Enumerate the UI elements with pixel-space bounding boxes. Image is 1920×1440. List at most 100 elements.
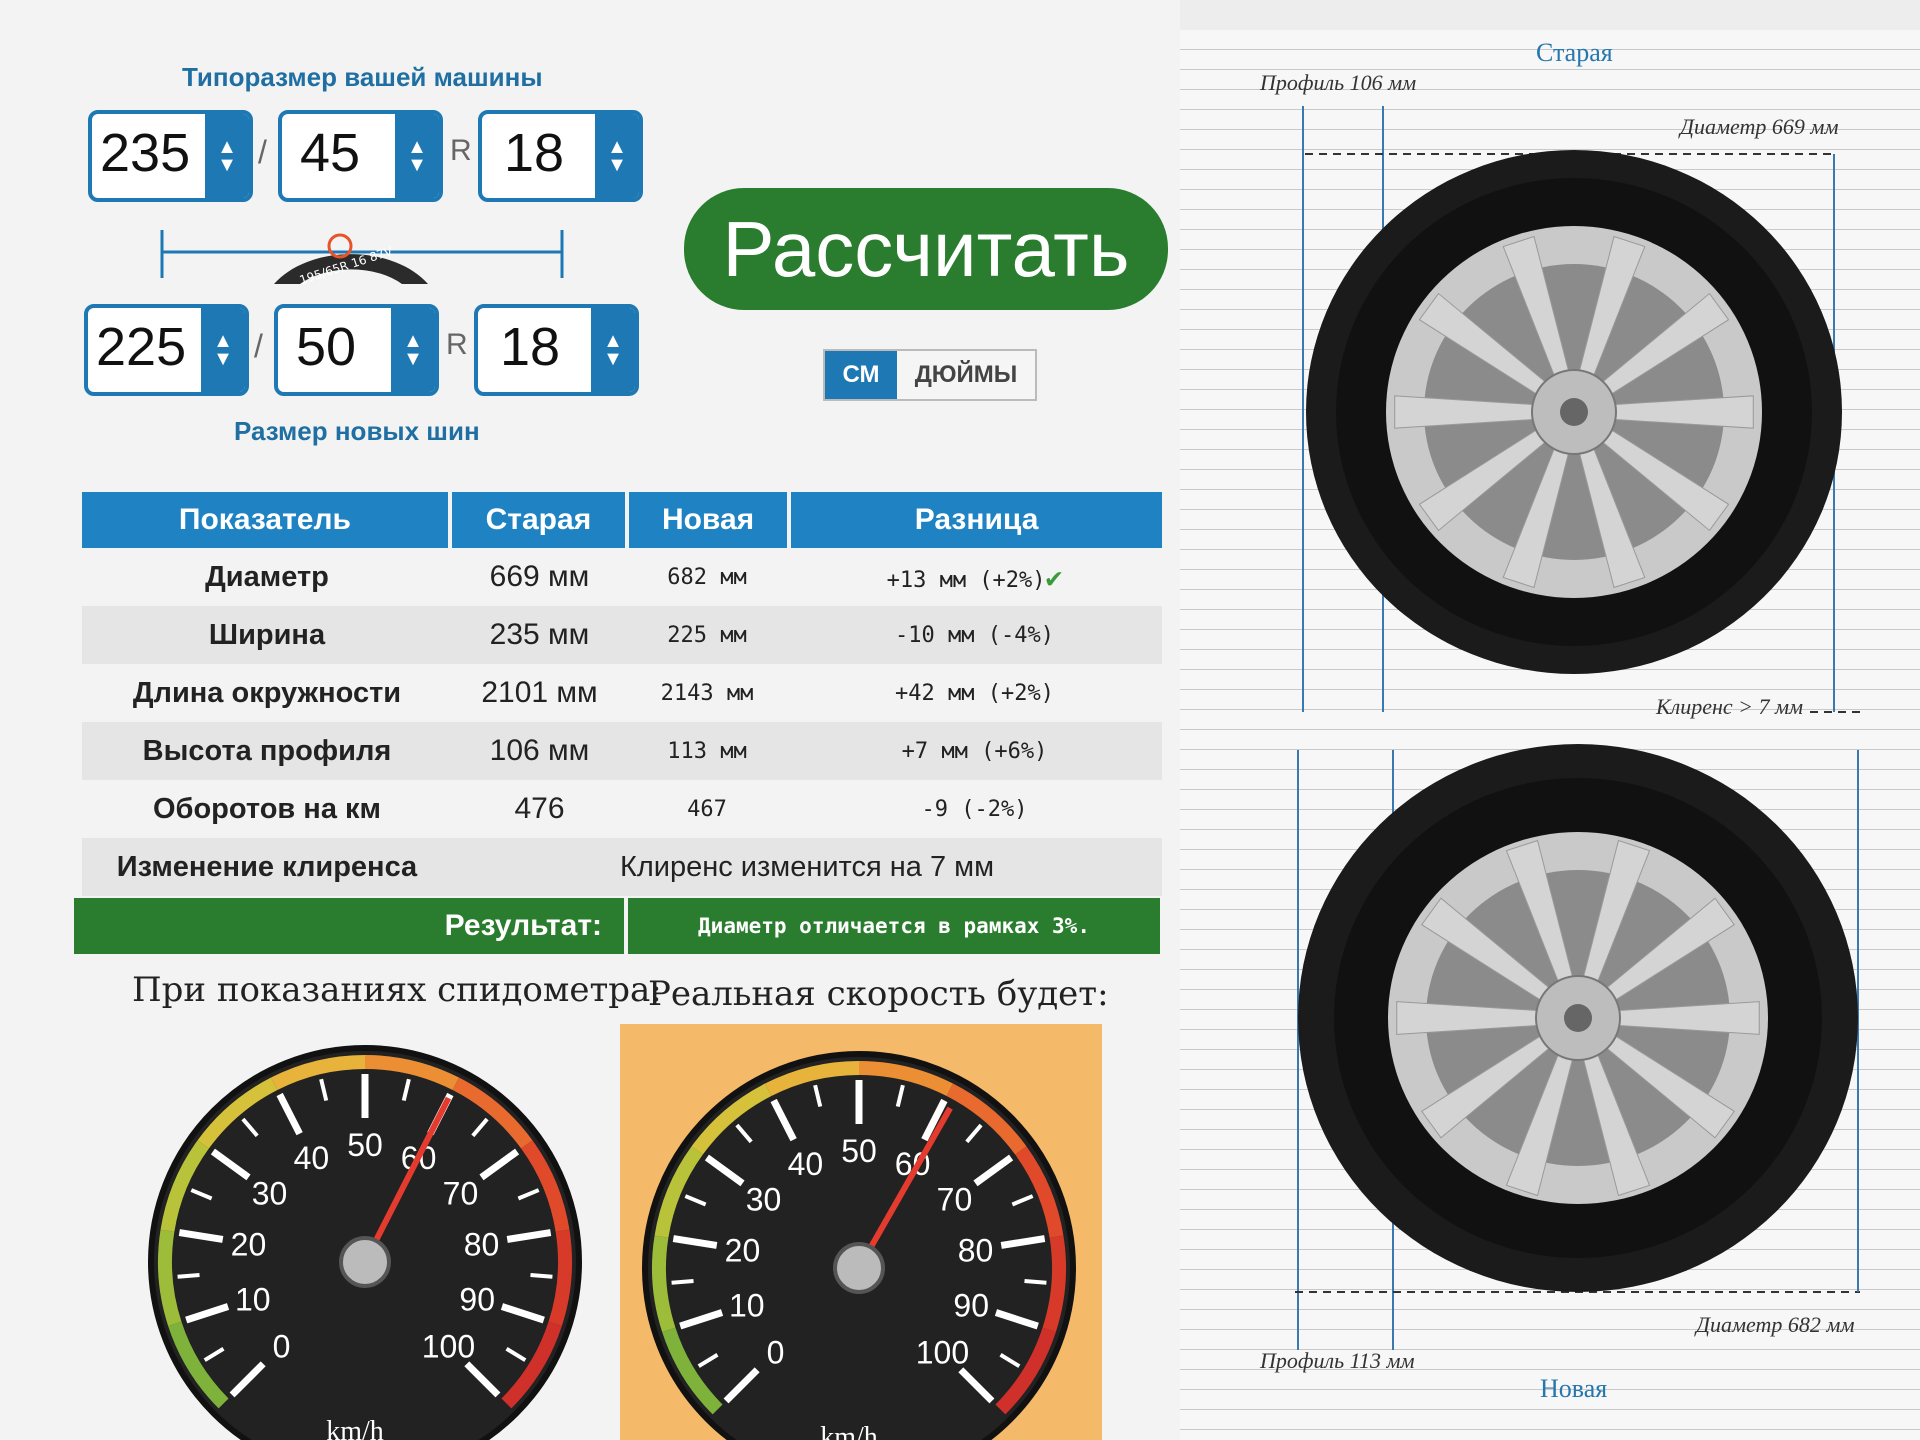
row-name: Оборотов на км <box>153 792 381 825</box>
header-old: Старая <box>451 492 629 548</box>
gauge-unit: km/h <box>326 1416 384 1440</box>
current-profile-spinner[interactable]: 45 ▲ ▼ <box>278 110 443 202</box>
result-text: Диаметр отличается в рамках 3%. <box>698 914 1090 938</box>
comparison-table-header: Показатель Старая Новая Разница <box>82 492 1162 548</box>
gauge-tick-label: 20 <box>231 1227 267 1263</box>
spinner-arrows-icon[interactable]: ▲ ▼ <box>205 114 249 198</box>
gauge-tick-label: 30 <box>746 1182 782 1218</box>
gauge-tick-label: 80 <box>464 1227 500 1263</box>
table-row: Ширина 235 мм 225 мм -10 мм (-4%) <box>82 606 1162 664</box>
row-diff: -10 мм (-4%) <box>895 622 1054 648</box>
new-rim-spinner[interactable]: 18 ▲ ▼ <box>474 304 639 396</box>
new-rim-value: 18 <box>500 317 561 377</box>
table-row: Длина окружности 2101 мм 2143 мм +42 мм … <box>82 664 1162 722</box>
unit-toggle[interactable]: СМ ДЮЙМЫ <box>823 349 1037 401</box>
row-new: 113 мм <box>667 738 747 764</box>
gauge-tick-label: 0 <box>273 1328 291 1364</box>
spinner-arrows-icon[interactable]: ▲ ▼ <box>595 114 639 198</box>
current-rim-value: 18 <box>504 123 565 183</box>
calculate-button[interactable]: Рассчитать <box>684 188 1168 310</box>
spinner-arrows-icon[interactable]: ▲ ▼ <box>391 308 435 392</box>
gauge-tick-label: 10 <box>235 1281 271 1317</box>
real-speed-caption: Реальная скорость будет: <box>648 974 1109 1014</box>
row-old: 669 мм <box>489 560 590 593</box>
gauge-tick-label: 30 <box>252 1176 288 1212</box>
row-name: Высота профиля <box>142 734 392 767</box>
speedometer-gauge: 0102030405060708090100km/h <box>148 1045 582 1440</box>
row-name: Ширина <box>208 618 326 651</box>
row-name: Диаметр <box>205 560 329 593</box>
gauge-tick <box>177 1273 200 1279</box>
gauge-tick <box>671 1279 694 1285</box>
new-width-value: 225 <box>96 317 187 377</box>
gauge-tick <box>530 1273 553 1279</box>
current-size-caption: Типоразмер вашей машины <box>182 62 543 92</box>
new-profile-spinner[interactable]: 50 ▲ ▼ <box>274 304 439 396</box>
spinner-arrows-icon[interactable]: ▲ ▼ <box>591 308 635 392</box>
wheel-diagram <box>1295 106 1860 1350</box>
current-width-value: 235 <box>100 123 191 183</box>
header-difference: Разница <box>791 492 1162 548</box>
header-new: Новая <box>628 492 792 548</box>
gauge-unit: km/h <box>820 1422 878 1440</box>
clearance-value: Клиренс изменится на 7 мм <box>619 850 995 883</box>
current-width-spinner[interactable]: 235 ▲ ▼ <box>88 110 253 202</box>
unit-cm-option[interactable]: СМ <box>825 351 897 399</box>
header-indicator: Показатель <box>82 492 452 548</box>
speedometer-caption: При показаниях спидометра: <box>132 970 662 1010</box>
size-separator: / <box>258 134 267 170</box>
new-size-caption: Размер новых шин <box>234 416 480 446</box>
gauge-tick-label: 40 <box>294 1140 330 1176</box>
gauge-tick-label: 20 <box>725 1233 761 1269</box>
new-profile-value: 50 <box>296 317 357 377</box>
row-diff-cell: +13 мм (+2%)✔ <box>787 561 1162 594</box>
row-diff: +7 мм (+6%) <box>901 738 1048 764</box>
row-diff: +42 мм (+2%) <box>895 680 1054 706</box>
real-speed-gauge: 010203040 50 60708090100km/h <box>642 1051 1076 1440</box>
gauge-hub <box>833 1242 885 1294</box>
gauge-tick-label: 70 <box>937 1182 973 1218</box>
gauge-tick-label: 50 <box>841 1133 877 1169</box>
gauge-tick-label: 50 <box>347 1127 383 1163</box>
gauge-hub <box>339 1236 391 1288</box>
table-row: Высота профиля 106 мм 113 мм +7 мм (+6%) <box>82 722 1162 780</box>
row-new: 467 <box>687 796 727 822</box>
tire-size-diagram-icon: 195/65R 16 87V <box>160 230 564 287</box>
row-name: Длина окружности <box>132 676 402 709</box>
current-rim-spinner[interactable]: 18 ▲ ▼ <box>478 110 643 202</box>
row-old: 2101 мм <box>481 676 598 709</box>
row-new: 682 мм <box>667 564 747 590</box>
gauge-tick-label: 100 <box>916 1334 969 1370</box>
result-bar: Результат: Диаметр отличается в рамках 3… <box>74 898 1160 954</box>
spinner-arrows-icon[interactable]: ▲ ▼ <box>201 308 245 392</box>
rim-prefix: R <box>450 134 472 167</box>
gauge-tick-label: 80 <box>958 1233 994 1269</box>
current-profile-value: 45 <box>300 123 361 183</box>
spinner-arrows-icon[interactable]: ▲ ▼ <box>395 114 439 198</box>
table-row: Диаметр 669 мм 682 мм +13 мм (+2%)✔ <box>82 548 1162 606</box>
gauge-tick-label: 90 <box>953 1287 989 1323</box>
row-old: 476 <box>514 792 565 825</box>
gauge-tick-label: 70 <box>443 1176 479 1212</box>
row-old: 235 мм <box>489 618 590 651</box>
size-separator: / <box>254 328 263 364</box>
calculator-panel: Типоразмер вашей машины 235 ▲ ▼ / 45 ▲ ▼ R… <box>0 0 1180 1440</box>
gauge-tick-label: 10 <box>729 1287 765 1323</box>
tire-comparison-diagram: Старая Профиль 106 мм Диаметр 669 мм Кли… <box>1180 30 1920 1440</box>
gauge-tick-label: 90 <box>459 1281 495 1317</box>
clearance-label: Изменение клиренса <box>116 850 418 883</box>
new-width-spinner[interactable]: 225 ▲ ▼ <box>84 304 249 396</box>
old-wheel-icon <box>1306 150 1842 674</box>
rim-prefix: R <box>446 328 468 361</box>
gauge-tick-label: 0 <box>767 1334 785 1370</box>
gauge-tick <box>1024 1279 1047 1285</box>
table-row: Оборотов на км 476 467 -9 (-2%) <box>82 780 1162 838</box>
row-diff: -9 (-2%) <box>921 796 1028 822</box>
row-new: 225 мм <box>667 622 747 648</box>
checkmark-icon: ✔ <box>1045 560 1063 594</box>
gauge-tick-label: 40 <box>788 1146 824 1182</box>
row-new: 2143 мм <box>660 680 754 706</box>
row-diff: +13 мм (+2%) <box>886 567 1046 593</box>
new-wheel-icon <box>1298 744 1858 1292</box>
unit-inch-option[interactable]: ДЮЙМЫ <box>897 351 1035 399</box>
